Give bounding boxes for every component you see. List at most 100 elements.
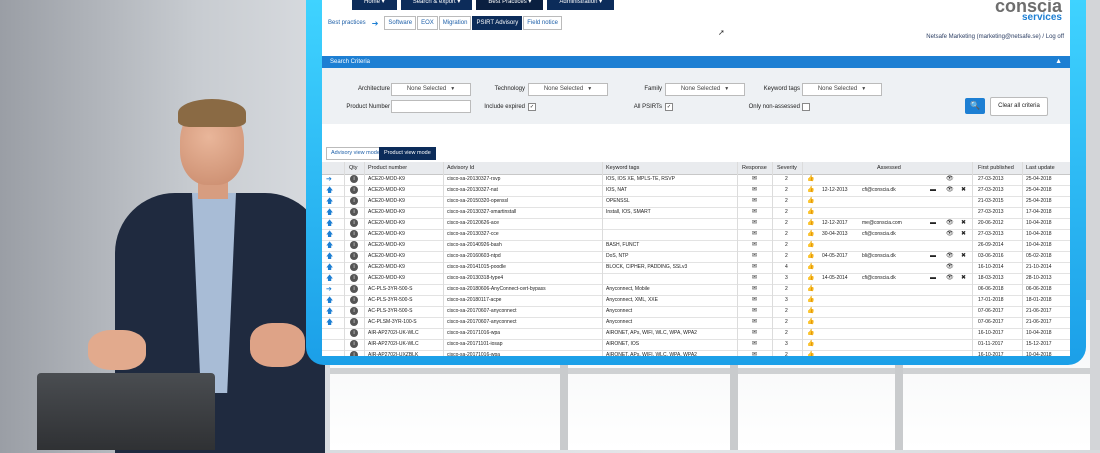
thumbs-up-icon[interactable]: 👍 (807, 218, 814, 229)
mail-icon[interactable]: ✉ (752, 196, 757, 207)
clear-criteria-button[interactable]: Clear all criteria (990, 97, 1048, 116)
header-qty[interactable]: Qty (349, 162, 358, 174)
mail-icon[interactable]: ✉ (752, 229, 757, 240)
mail-icon[interactable]: ✉ (752, 328, 757, 339)
eye-icon[interactable]: 👁 (946, 262, 954, 273)
comment-icon[interactable]: ▬ (930, 218, 936, 229)
header-keywords[interactable]: Keyword tags (606, 162, 639, 174)
architecture-select[interactable]: None Selected ▼ (391, 83, 471, 96)
advisory-id[interactable]: cisco-sa-20170607-anyconnect (447, 317, 600, 328)
thumbs-up-icon[interactable]: 👍 (807, 350, 814, 356)
info-icon[interactable]: i (350, 263, 358, 271)
close-icon[interactable]: ✖ (961, 185, 966, 196)
info-icon[interactable]: i (350, 186, 358, 194)
eye-icon[interactable]: 👁 (946, 229, 954, 240)
product-number-input[interactable] (391, 100, 471, 113)
eye-icon[interactable]: 👁 (946, 251, 954, 262)
chevron-up-icon[interactable]: ▲ (1055, 56, 1062, 68)
advisory-id[interactable]: cisco-sa-20140926-bash (447, 240, 600, 251)
advisory-view-tab[interactable]: Advisory view mode (326, 147, 385, 160)
mail-icon[interactable]: ✉ (752, 262, 757, 273)
thumbs-up-icon[interactable]: 👍 (807, 185, 814, 196)
row-arrow-icon[interactable]: 🡅 (326, 229, 333, 240)
info-icon[interactable]: i (350, 208, 358, 216)
row-arrow-icon[interactable]: 🡅 (326, 273, 333, 284)
include-expired-checkbox[interactable]: ✓ (528, 103, 536, 111)
mail-icon[interactable]: ✉ (752, 306, 757, 317)
technology-select[interactable]: None Selected ▼ (528, 83, 608, 96)
advisory-id[interactable]: cisco-sa-20130327-rsvp (447, 174, 600, 185)
nav-tab-search-export[interactable]: Search & export ▾ (400, 0, 473, 10)
eye-icon[interactable]: 👁 (946, 273, 954, 284)
info-icon[interactable]: i (350, 329, 358, 337)
eye-icon[interactable]: 👁 (946, 174, 954, 185)
thumbs-up-icon[interactable]: 👍 (807, 273, 814, 284)
header-first-published[interactable]: First published (978, 162, 1014, 174)
header-assessed[interactable]: Assessed (877, 162, 901, 174)
header-advisory[interactable]: Advisory Id (447, 162, 474, 174)
thumbs-up-icon[interactable]: 👍 (807, 229, 814, 240)
family-select[interactable]: None Selected ▼ (665, 83, 745, 96)
subtab-psirt-advisory[interactable]: PSIRT Advisory (472, 16, 523, 30)
advisory-id[interactable]: cisco-sa-20170607-anyconnect (447, 306, 600, 317)
nav-tab-administration[interactable]: Administration ▾ (547, 0, 615, 10)
mail-icon[interactable]: ✉ (752, 339, 757, 350)
thumbs-up-icon[interactable]: 👍 (807, 317, 814, 328)
mail-icon[interactable]: ✉ (752, 350, 757, 356)
info-icon[interactable]: i (350, 197, 358, 205)
info-icon[interactable]: i (350, 296, 358, 304)
row-arrow-icon[interactable]: 🡅 (326, 185, 333, 196)
info-icon[interactable]: i (350, 241, 358, 249)
eye-icon[interactable]: 👁 (946, 185, 954, 196)
thumbs-up-icon[interactable]: 👍 (807, 174, 814, 185)
advisory-id[interactable]: cisco-sa-20141015-poodle (447, 262, 600, 273)
thumbs-up-icon[interactable]: 👍 (807, 339, 814, 350)
row-arrow-icon[interactable]: 🡅 (326, 207, 333, 218)
advisory-id[interactable]: cisco-sa-20171016-wpa (447, 328, 600, 339)
header-product[interactable]: Product number (368, 162, 407, 174)
info-icon[interactable]: i (350, 252, 358, 260)
advisory-id[interactable]: cisco-sa-20171101-iosap (447, 339, 600, 350)
thumbs-up-icon[interactable]: 👍 (807, 295, 814, 306)
info-icon[interactable]: i (350, 285, 358, 293)
all-psirts-checkbox[interactable]: ✓ (665, 103, 673, 111)
mail-icon[interactable]: ✉ (752, 273, 757, 284)
thumbs-up-icon[interactable]: 👍 (807, 207, 814, 218)
search-button[interactable]: 🔍 (965, 98, 985, 114)
mail-icon[interactable]: ✉ (752, 295, 757, 306)
header-severity[interactable]: Severity (777, 162, 797, 174)
info-icon[interactable]: i (350, 230, 358, 238)
thumbs-up-icon[interactable]: 👍 (807, 284, 814, 295)
breadcrumb-label[interactable]: Best practices (328, 20, 366, 26)
info-icon[interactable]: i (350, 307, 358, 315)
info-icon[interactable]: i (350, 274, 358, 282)
user-info[interactable]: Netsafe Marketing (marketing@netsafe.se)… (926, 34, 1064, 40)
advisory-id[interactable]: cisco-sa-20130327-nat (447, 185, 600, 196)
keyword-tags-select[interactable]: None Selected ▼ (802, 83, 882, 96)
row-arrow-icon[interactable]: 🡅 (326, 262, 333, 273)
row-arrow-icon[interactable]: 🡅 (326, 218, 333, 229)
advisory-id[interactable]: cisco-sa-20180117-acpe (447, 295, 600, 306)
subtab-field-notice[interactable]: Field notice (523, 16, 562, 30)
comment-icon[interactable]: ▬ (930, 273, 936, 284)
close-icon[interactable]: ✖ (961, 273, 966, 284)
thumbs-up-icon[interactable]: 👍 (807, 251, 814, 262)
info-icon[interactable]: i (350, 340, 358, 348)
row-arrow-icon[interactable]: 🡅 (326, 240, 333, 251)
close-icon[interactable]: ✖ (961, 229, 966, 240)
comment-icon[interactable]: ▬ (930, 251, 936, 262)
info-icon[interactable]: i (350, 175, 358, 183)
row-arrow-icon[interactable]: 🡅 (326, 251, 333, 262)
row-arrow-icon[interactable]: ➔ (326, 174, 332, 185)
advisory-id[interactable]: cisco-sa-20130327-cce (447, 229, 600, 240)
mail-icon[interactable]: ✉ (752, 207, 757, 218)
header-response[interactable]: Response (742, 162, 767, 174)
subtab-eox[interactable]: EOX (417, 16, 438, 30)
mail-icon[interactable]: ✉ (752, 240, 757, 251)
mail-icon[interactable]: ✉ (752, 174, 757, 185)
row-arrow-icon[interactable]: 🡅 (326, 295, 333, 306)
close-icon[interactable]: ✖ (961, 218, 966, 229)
thumbs-up-icon[interactable]: 👍 (807, 262, 814, 273)
advisory-id[interactable]: cisco-sa-20150320-openssl (447, 196, 600, 207)
subtab-migration[interactable]: Migration (438, 16, 472, 30)
